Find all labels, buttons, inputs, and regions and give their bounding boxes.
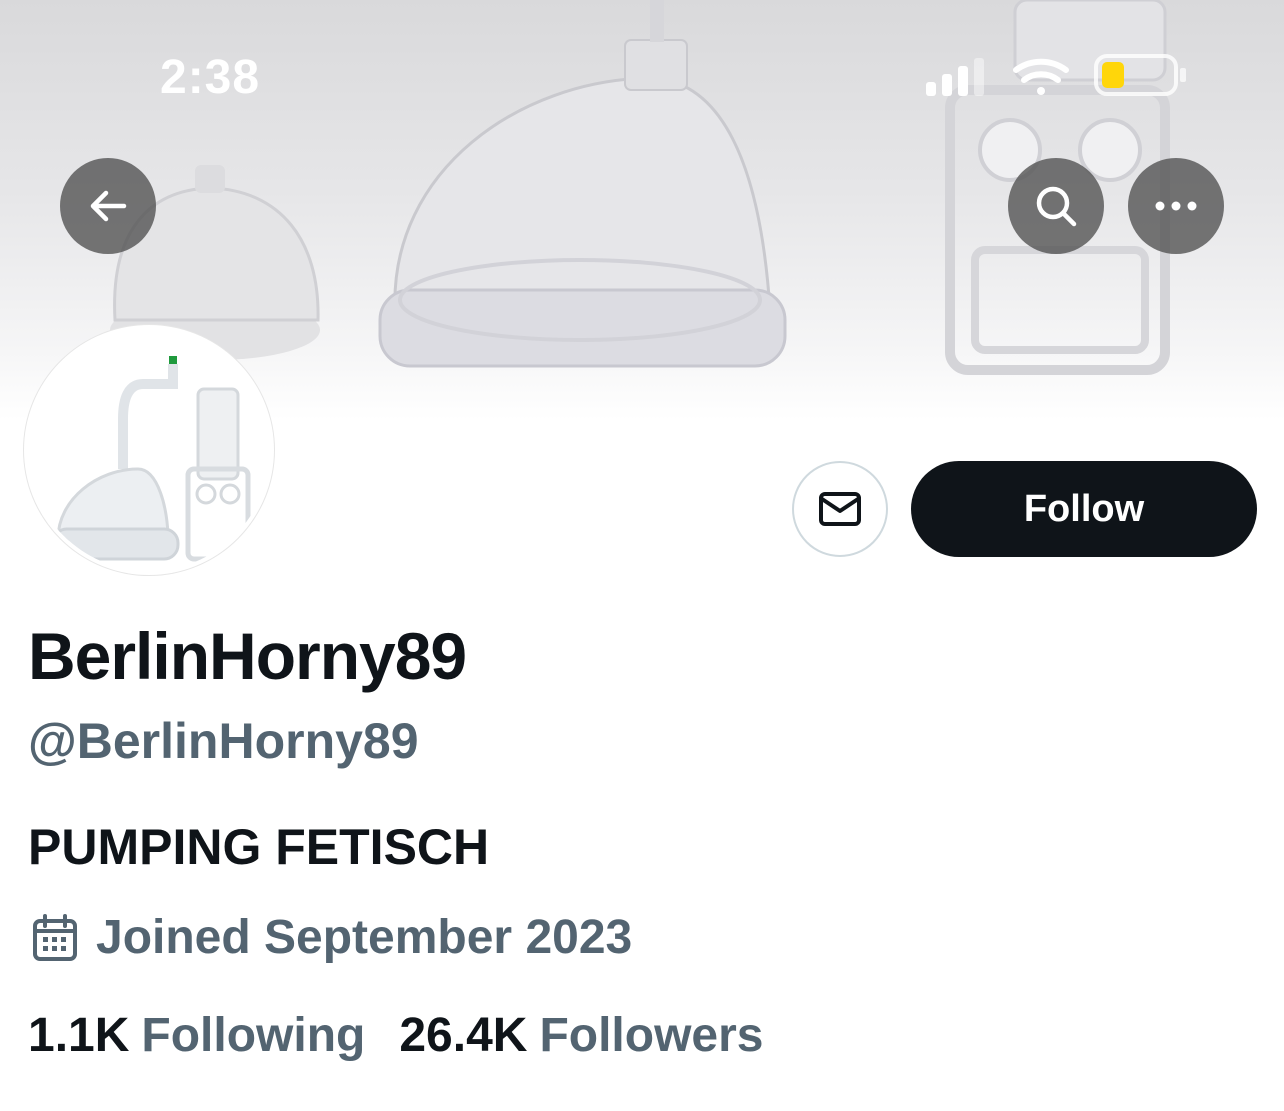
wifi-icon [1013, 58, 1069, 95]
joined-text: Joined September 2023 [96, 911, 633, 964]
following-stat[interactable]: 1.1K Following [28, 1008, 365, 1063]
profile-bio: PUMPING FETISCH [28, 819, 490, 875]
following-count: 1.1K [28, 1009, 130, 1062]
cellular-signal-icon [926, 58, 984, 96]
battery-low-icon [1094, 54, 1186, 96]
status-time: 2:38 [160, 51, 261, 104]
more-options-button[interactable] [1128, 158, 1224, 254]
back-button[interactable] [60, 158, 156, 254]
display-name: BerlinHorny89 [28, 619, 467, 693]
followers-label: Followers [539, 1009, 764, 1062]
profile-handle: @BerlinHorny89 [28, 713, 419, 769]
search-icon [1036, 186, 1077, 227]
following-label: Following [141, 1009, 366, 1062]
search-button[interactable] [1008, 158, 1104, 254]
calendar-icon [33, 913, 77, 961]
followers-count: 26.4K [399, 1009, 528, 1062]
arrow-left-icon [90, 190, 127, 222]
follow-button[interactable]: Follow [911, 461, 1257, 557]
status-icons [920, 48, 1200, 108]
avatar-image [28, 329, 270, 571]
follow-stats: 1.1K Following 26.4K Followers [28, 1008, 797, 1063]
followers-stat[interactable]: 26.4K Followers [399, 1008, 763, 1063]
envelope-icon [819, 492, 861, 526]
more-horizontal-icon [1155, 201, 1197, 211]
avatar[interactable] [24, 325, 274, 575]
joined-date: Joined September 2023 [32, 910, 632, 965]
message-button[interactable] [792, 461, 888, 557]
